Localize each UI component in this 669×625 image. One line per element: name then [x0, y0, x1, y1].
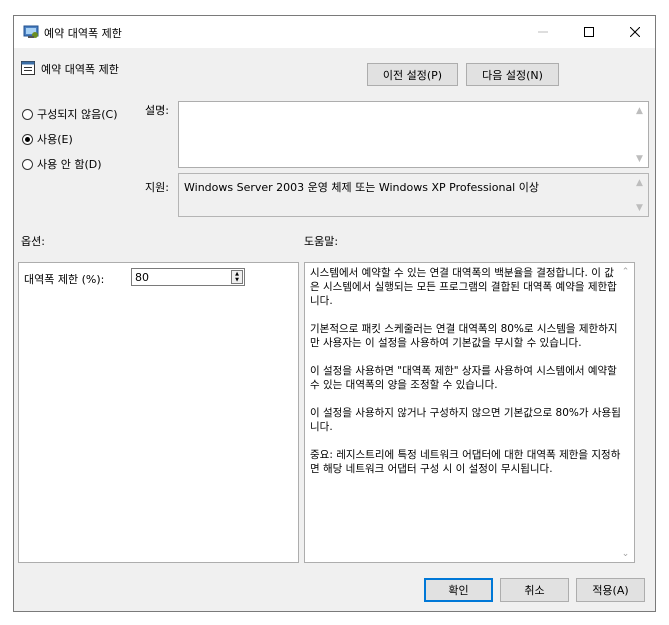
radio-enabled[interactable]: 사용(E) [22, 131, 73, 147]
help-paragraph: 이 설정을 사용하면 "대역폭 제한" 상자를 사용하여 시스템에서 예약할 수… [310, 365, 617, 391]
scroll-down-icon[interactable]: ▼ [631, 199, 648, 216]
maximize-button[interactable] [566, 16, 612, 48]
supported-on-text: Windows Server 2003 운영 체제 또는 Windows XP … [184, 181, 539, 194]
scroll-down-icon[interactable]: ▼ [631, 150, 648, 167]
help-label: 도움말: [304, 235, 339, 248]
cancel-button[interactable]: 취소 [500, 578, 569, 602]
setting-title: 예약 대역폭 제한 [41, 63, 119, 76]
bandwidth-limit-value: 80 [135, 271, 149, 284]
help-paragraph: 중요: 레지스트리에 특정 네트워크 어댑터에 대한 대역폭 제한을 지정하면 … [310, 449, 621, 475]
help-paragraph: 시스템에서 예약할 수 있는 연결 대역폭의 백분율을 결정합니다. 이 값은 … [310, 267, 617, 307]
scroll-down-icon[interactable]: ⌄ [617, 545, 634, 562]
minimize-icon [538, 31, 548, 33]
policy-dialog: 예약 대역폭 제한 예약 대역폭 제한 이전 설정(P) 다음 설정(N) 구성… [13, 15, 656, 612]
close-icon [630, 27, 640, 37]
help-paragraph: 기본적으로 패킷 스케줄러는 연결 대역폭의 80%로 시스템을 제한하지만 사… [310, 323, 618, 349]
apply-button[interactable]: 적용(A) [576, 578, 645, 602]
bandwidth-limit-label: 대역폭 제한 (%): [24, 273, 105, 286]
close-button[interactable] [612, 16, 658, 48]
group-policy-app-icon [23, 25, 39, 38]
radio-disabled[interactable]: 사용 안 함(D) [22, 156, 102, 172]
window-title: 예약 대역폭 제한 [44, 27, 122, 40]
help-panel: 시스템에서 예약할 수 있는 연결 대역폭의 백분율을 결정합니다. 이 값은 … [304, 262, 635, 563]
comment-textarea[interactable]: ▲ ▼ [178, 101, 649, 168]
supported-on-box: Windows Server 2003 운영 체제 또는 Windows XP … [178, 173, 649, 217]
minimize-button[interactable] [520, 16, 566, 48]
supported-scrollbar[interactable]: ▲ ▼ [631, 174, 648, 216]
previous-setting-button[interactable]: 이전 설정(P) [367, 63, 458, 86]
maximize-icon [584, 27, 594, 37]
scroll-up-icon[interactable]: ⌃ [617, 263, 634, 280]
spinner-icon[interactable]: ▲ ▼ [231, 270, 243, 284]
bandwidth-limit-input[interactable]: 80 ▲ ▼ [131, 268, 245, 286]
radio-circle-selected [22, 133, 33, 145]
help-paragraph: 이 설정을 사용하지 않거나 구성하지 않으면 기본값으로 80%가 사용됩니다… [310, 407, 621, 433]
ok-button[interactable]: 확인 [424, 578, 493, 602]
setting-icon [21, 61, 35, 75]
comment-scrollbar[interactable]: ▲ ▼ [631, 102, 648, 167]
comment-label: 설명: [145, 104, 169, 117]
supported-label: 지원: [145, 181, 169, 194]
options-label: 옵션: [21, 235, 45, 248]
scroll-up-icon[interactable]: ▲ [631, 174, 648, 191]
next-setting-button[interactable]: 다음 설정(N) [466, 63, 559, 86]
options-panel [18, 262, 299, 563]
radio-label: 사용(E) [37, 133, 73, 146]
radio-circle [22, 108, 33, 120]
help-scrollbar[interactable]: ⌃ ⌄ [617, 263, 634, 562]
radio-circle [22, 158, 33, 170]
radio-label: 사용 안 함(D) [37, 158, 102, 171]
radio-label: 구성되지 않음(C) [37, 108, 118, 121]
help-text: 시스템에서 예약할 수 있는 연결 대역폭의 백분율을 결정합니다. 이 값은 … [310, 266, 622, 490]
title-bar[interactable]: 예약 대역폭 제한 [14, 16, 655, 48]
radio-not-configured[interactable]: 구성되지 않음(C) [22, 106, 117, 122]
scroll-up-icon[interactable]: ▲ [631, 102, 648, 119]
